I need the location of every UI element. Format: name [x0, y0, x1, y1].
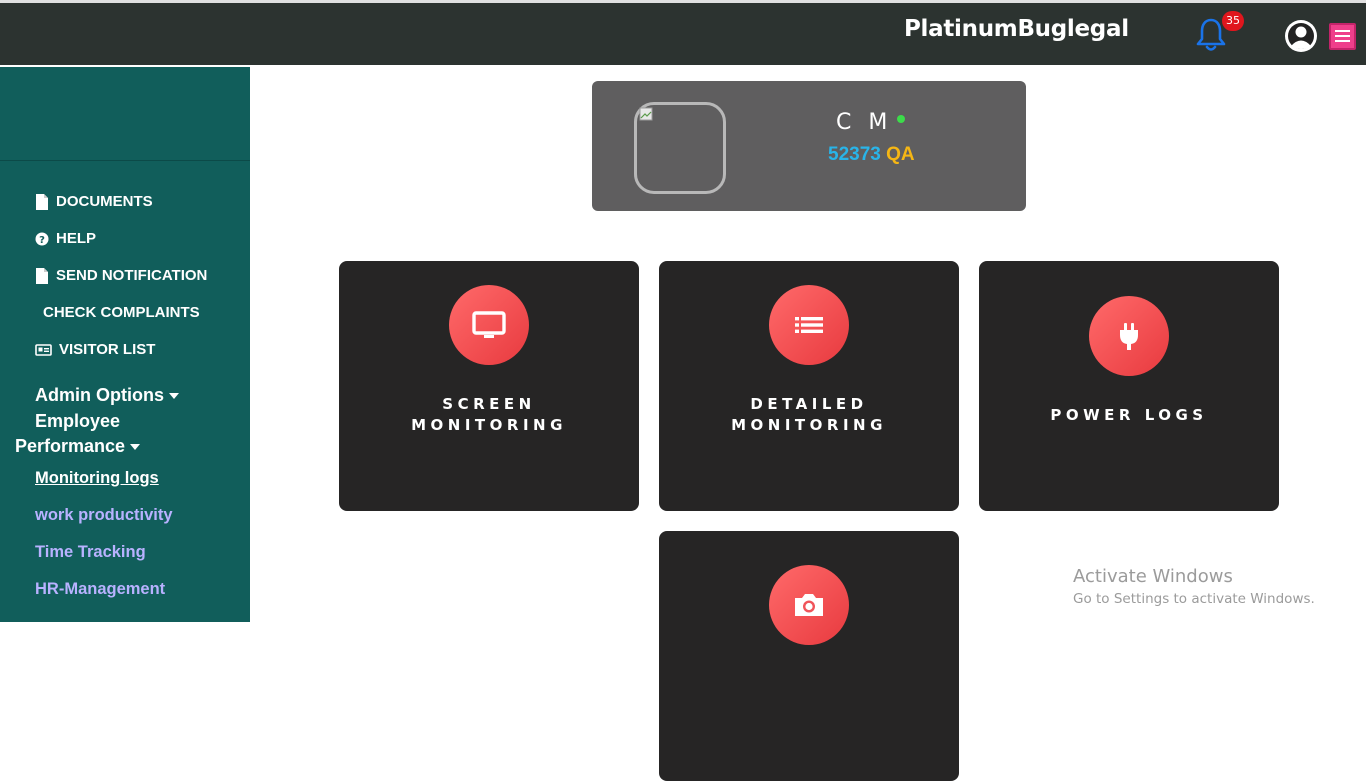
employee-performance-label-line1[interactable]: Employee: [35, 411, 120, 432]
admin-options-dropdown[interactable]: Admin Options: [35, 385, 179, 406]
employee-id-dept: 52373 QA: [828, 144, 915, 166]
broken-image-icon: [639, 107, 653, 121]
camera-icon: [795, 594, 823, 616]
file-icon: [36, 193, 48, 210]
sidebar-item-label: SEND NOTIFICATION: [56, 267, 208, 284]
sidebar-divider: [0, 160, 250, 161]
activate-windows-subtitle: Go to Settings to activate Windows.: [1073, 591, 1315, 607]
sidebar-item-label: CHECK COMPLAINTS: [43, 304, 200, 321]
activate-windows-title: Activate Windows: [1073, 566, 1233, 587]
notification-count-badge: 35: [1222, 11, 1244, 31]
list-icon-circle: [769, 285, 849, 365]
sidebar: DOCUMENTS ? HELP SEND NOTIFICATION CHECK…: [0, 67, 250, 622]
sidebar-item-send-notification[interactable]: SEND NOTIFICATION: [35, 267, 207, 284]
question-circle-icon: ?: [35, 232, 49, 246]
plug-icon-circle: [1089, 296, 1169, 376]
link-monitoring-logs[interactable]: Monitoring logs: [35, 469, 159, 488]
svg-text:?: ?: [39, 235, 45, 246]
caret-down-icon: [169, 393, 179, 400]
link-time-tracking[interactable]: Time Tracking: [35, 543, 146, 562]
tile-label: POWER LOGS: [1050, 406, 1208, 424]
file-icon: [36, 267, 48, 284]
employee-performance-label-line2: Performance: [15, 436, 126, 456]
power-logs-tile[interactable]: POWER LOGS: [979, 261, 1279, 511]
employee-department: QA: [886, 144, 915, 165]
tile-label-line1: SCREEN: [442, 395, 536, 413]
caret-down-icon: [130, 444, 141, 451]
link-hr-management[interactable]: HR-Management: [35, 580, 165, 599]
list-icon: [795, 317, 823, 333]
hamburger-menu-icon[interactable]: [1329, 23, 1356, 50]
camera-icon-circle: [769, 565, 849, 645]
sidebar-item-help[interactable]: ? HELP: [35, 230, 96, 247]
camera-tile[interactable]: [659, 531, 959, 781]
tile-label-line2: MONITORING: [411, 416, 567, 434]
employee-name: C M: [836, 110, 893, 135]
employee-id: 52373: [828, 144, 881, 165]
profile-card: C M 52373 QA: [592, 81, 1026, 211]
sidebar-item-label: DOCUMENTS: [56, 193, 153, 210]
sidebar-item-label: HELP: [56, 230, 97, 247]
employee-performance-dropdown[interactable]: Performance: [15, 436, 141, 457]
sidebar-item-label: VISITOR LIST: [59, 341, 156, 358]
admin-options-label: Admin Options: [35, 385, 164, 405]
monitor-icon: [472, 311, 506, 338]
sidebar-item-documents[interactable]: DOCUMENTS: [35, 193, 153, 210]
monitor-icon-circle: [449, 285, 529, 365]
user-circle-icon[interactable]: [1284, 19, 1318, 53]
link-work-productivity[interactable]: work productivity: [35, 506, 173, 525]
screen-monitoring-tile[interactable]: SCREEN MONITORING: [339, 261, 639, 511]
tile-label-line1: DETAILED: [750, 395, 868, 413]
detailed-monitoring-tile[interactable]: DETAILED MONITORING: [659, 261, 959, 511]
plug-icon: [1120, 323, 1138, 350]
id-card-icon: [35, 343, 52, 356]
online-status-dot: [897, 115, 905, 123]
tile-label-line2: MONITORING: [731, 416, 887, 434]
brand-name[interactable]: PlatinumBuglegal: [904, 16, 1129, 42]
avatar: [634, 102, 726, 194]
sidebar-item-visitor-list[interactable]: VISITOR LIST: [35, 341, 155, 358]
sidebar-item-check-complaints[interactable]: CHECK COMPLAINTS: [43, 304, 200, 321]
top-navbar: PlatinumBuglegal 35: [0, 0, 1366, 65]
